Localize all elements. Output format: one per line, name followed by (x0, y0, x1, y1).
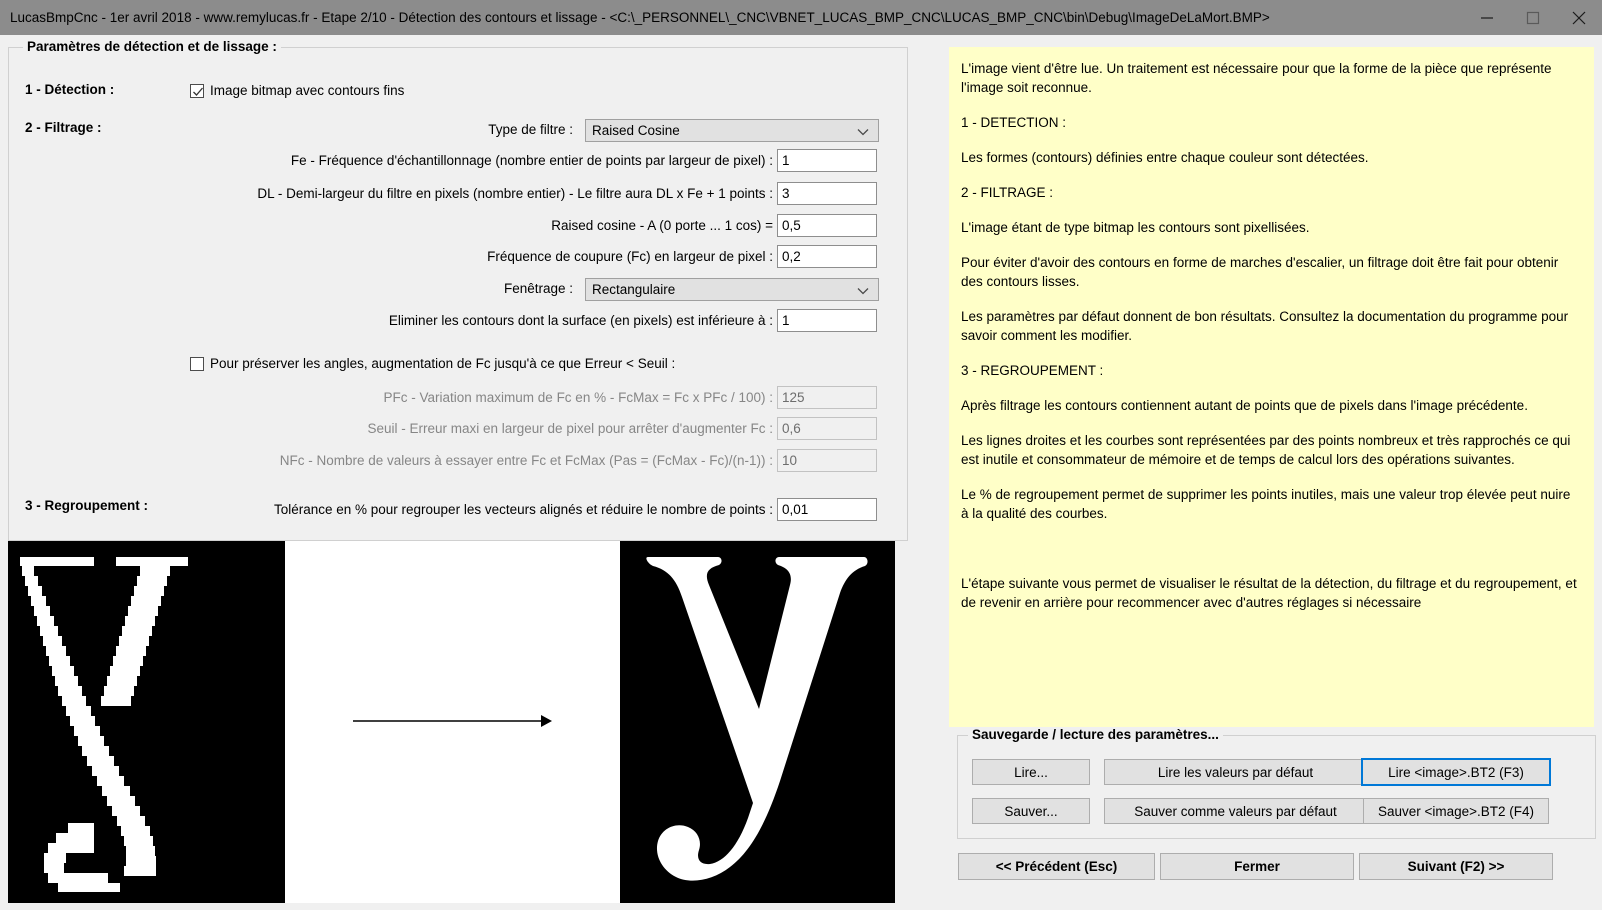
windowing-label: Fenêtrage : (503, 281, 573, 296)
preserve-angles-label: Pour préserver les angles, augmentation … (210, 356, 676, 371)
close-window-button[interactable]: Fermer (1160, 853, 1354, 880)
save-button[interactable]: Sauver... (972, 798, 1090, 824)
minimize-button[interactable] (1464, 0, 1510, 35)
maximize-button[interactable] (1510, 0, 1556, 35)
seuil-input[interactable]: 0,6 (777, 417, 877, 440)
help-paragraph: L'image vient d'être lue. Un traitement … (961, 61, 1552, 95)
raised-cosine-a-input[interactable]: 0,5 (777, 214, 877, 237)
help-paragraph: 2 - FILTRAGE : (961, 185, 1054, 200)
next-button[interactable]: Suivant (F2) >> (1359, 853, 1553, 880)
preview-strip (8, 541, 895, 903)
filter-type-combo[interactable]: Raised Cosine (585, 119, 879, 142)
window-controls (1464, 0, 1602, 35)
pfc-input[interactable]: 125 (777, 386, 877, 409)
help-paragraph: 3 - REGROUPEMENT : (961, 363, 1104, 378)
preview-original-bitmap (8, 541, 285, 903)
window-title: LucasBmpCnc - 1er avril 2018 - www.remyl… (10, 10, 1270, 25)
windowing-value: Rectangulaire (592, 282, 676, 297)
help-paragraph: Pour éviter d'avoir des contours en form… (961, 255, 1559, 289)
preview-smoothed-bitmap (620, 541, 895, 903)
save-load-params-group: Sauvegarde / lecture des paramètres... L… (957, 727, 1596, 839)
chevron-down-icon (857, 279, 869, 302)
chevron-down-icon (857, 120, 869, 143)
dl-input[interactable]: 3 (777, 182, 877, 205)
help-text-pane: L'image vient d'être lue. Un traitement … (949, 47, 1594, 727)
save-bt2-button[interactable]: Sauver <image>.BT2 (F4) (1363, 798, 1549, 824)
preserve-angles-checkbox[interactable] (190, 357, 204, 371)
help-paragraph: Après filtrage les contours contiennent … (961, 398, 1528, 413)
save-defaults-button[interactable]: Sauver comme valeurs par défaut (1104, 798, 1367, 824)
thin-contours-label: Image bitmap avec contours fins (210, 83, 405, 98)
window-client-area: Paramètres de détection et de lissage : … (0, 35, 1602, 910)
min-surface-input[interactable]: 1 (777, 309, 877, 332)
lettre-y-lissee-icon (620, 541, 895, 903)
preview-transform-arrow (285, 541, 620, 903)
close-button[interactable] (1556, 0, 1602, 35)
read-button[interactable]: Lire... (972, 759, 1090, 785)
nfc-label: NFc - Nombre de valeurs à essayer entre … (279, 453, 773, 468)
read-defaults-button[interactable]: Lire les valeurs par défaut (1104, 759, 1367, 785)
read-bt2-button[interactable]: Lire <image>.BT2 (F3) (1361, 758, 1551, 786)
filter-type-label: Type de filtre : (488, 122, 573, 137)
title-bar[interactable]: LucasBmpCnc - 1er avril 2018 - www.remyl… (0, 0, 1602, 35)
help-paragraph: Les formes (contours) définies entre cha… (961, 150, 1369, 165)
fe-input[interactable]: 1 (777, 149, 877, 172)
close-icon (1572, 11, 1586, 24)
seuil-label: Seuil - Erreur maxi en largeur de pixel … (367, 421, 773, 436)
arrow-right-icon (353, 715, 552, 727)
help-paragraph: Les paramètres par défaut donnent de bon… (961, 309, 1569, 343)
help-paragraph: 1 - DETECTION : (961, 115, 1067, 130)
detection-smoothing-params-group: Paramètres de détection et de lissage : … (8, 39, 908, 541)
dl-label: DL - Demi-largeur du filtre en pixels (n… (257, 186, 773, 201)
filter-type-value: Raised Cosine (592, 123, 680, 138)
maximize-icon (1526, 11, 1540, 24)
previous-button[interactable]: << Précédent (Esc) (958, 853, 1155, 880)
help-paragraph: Les lignes droites et les courbes sont r… (961, 433, 1571, 467)
min-surface-label: Eliminer les contours dont la surface (e… (388, 313, 773, 328)
help-paragraph (961, 539, 1580, 558)
fc-input[interactable]: 0,2 (777, 245, 877, 268)
check-icon (193, 87, 203, 96)
pfc-label: PFc - Variation maximum de Fc en % - FcM… (383, 390, 773, 405)
thin-contours-checkbox[interactable] (190, 84, 204, 98)
lettre-y-pixelisee-icon (8, 541, 285, 903)
raised-cosine-a-label: Raised cosine - A (0 porte ... 1 cos) = (551, 218, 773, 233)
help-paragraph: Le % de regroupement permet de supprimer… (961, 487, 1571, 521)
windowing-combo[interactable]: Rectangulaire (585, 278, 879, 301)
section-detection-label: 1 - Détection : (25, 82, 115, 97)
fe-label: Fe - Fréquence d'échantillonnage (nombre… (290, 153, 773, 168)
help-paragraph: L'image étant de type bitmap les contour… (961, 220, 1310, 235)
save-group-title: Sauvegarde / lecture des paramètres... (968, 727, 1223, 742)
fc-label: Fréquence de coupure (Fc) en largeur de … (487, 249, 773, 264)
tolerance-input[interactable]: 0,01 (777, 498, 877, 521)
params-group-title: Paramètres de détection et de lissage : (23, 39, 281, 54)
nfc-input[interactable]: 10 (777, 449, 877, 472)
tolerance-label: Tolérance en % pour regrouper les vecteu… (273, 502, 773, 517)
minimize-icon (1481, 16, 1493, 19)
help-paragraph: L'étape suivante vous permet de visualis… (961, 576, 1577, 610)
